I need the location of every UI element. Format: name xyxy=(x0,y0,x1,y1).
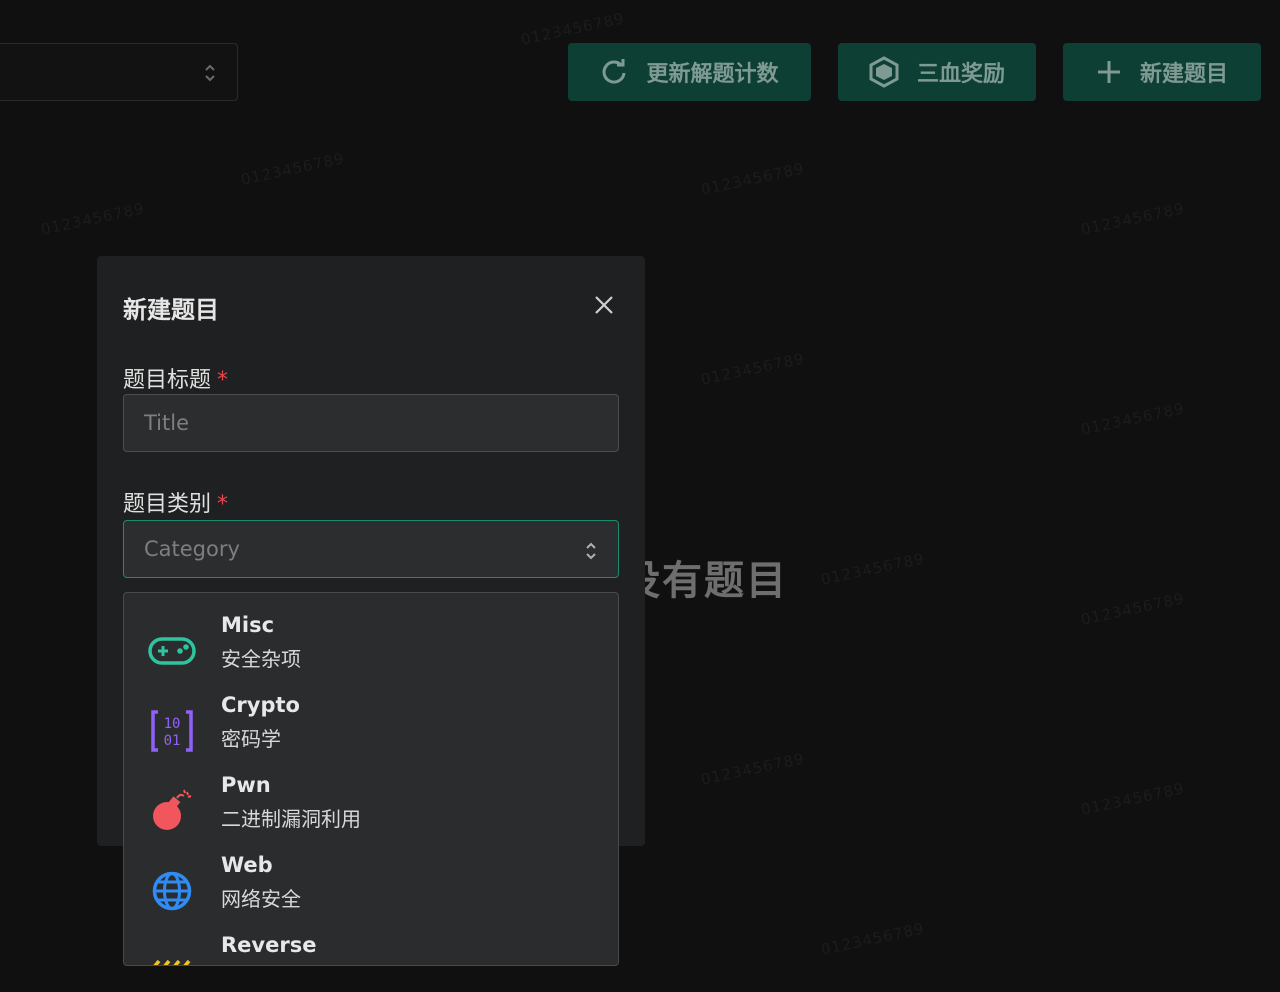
gamepad-icon xyxy=(146,625,198,677)
binary-icon: 10 01 xyxy=(146,705,198,757)
category-option-name: Crypto xyxy=(221,693,300,717)
category-option-desc: 密码学 xyxy=(221,727,281,751)
plus-icon xyxy=(1097,61,1120,83)
refresh-solve-count-label: 更新解题计数 xyxy=(646,62,779,87)
category-option-desc: 网络安全 xyxy=(221,887,301,911)
globe-icon xyxy=(146,865,198,917)
modal-title: 新建题目 xyxy=(123,296,219,324)
title-input[interactable] xyxy=(123,394,619,452)
title-field-label: 题目标题 * xyxy=(123,362,228,394)
filter-select[interactable] xyxy=(0,43,238,101)
category-option-name: Web xyxy=(221,853,273,877)
close-icon[interactable] xyxy=(592,293,616,317)
hexagon-icon xyxy=(869,56,899,88)
blood-reward-button[interactable]: 三血奖励 xyxy=(838,43,1036,101)
category-option-pwn[interactable]: Pwn 二进制漏洞利用 xyxy=(124,773,618,853)
new-challenge-label: 新建题目 xyxy=(1139,62,1228,87)
category-option-name: Pwn xyxy=(221,773,271,797)
category-option-name: Misc xyxy=(221,613,275,637)
category-option-web[interactable]: Web 网络安全 xyxy=(124,853,618,933)
category-option-desc: 二进制漏洞利用 xyxy=(221,807,361,831)
category-select[interactable]: Category xyxy=(123,520,619,578)
category-option-crypto[interactable]: 10 01 Crypto 密码学 xyxy=(124,693,618,773)
category-select-placeholder: Category xyxy=(144,537,240,561)
new-challenge-button[interactable]: 新建题目 xyxy=(1063,43,1261,101)
required-mark: * xyxy=(217,492,229,517)
category-dropdown: Misc 安全杂项 10 01 Crypto 密码学 Pwn 二进制漏洞利用 W… xyxy=(123,592,619,966)
refresh-icon xyxy=(603,59,626,84)
bomb-icon xyxy=(146,785,198,837)
refresh-solve-count-button[interactable]: 更新解题计数 xyxy=(568,43,811,101)
category-option-misc[interactable]: Misc 安全杂项 xyxy=(124,613,618,693)
svg-text:10: 10 xyxy=(164,716,181,732)
category-option-name: Reverse xyxy=(221,933,317,957)
svg-text:01: 01 xyxy=(164,733,181,749)
empty-state-text: 没有题目 xyxy=(620,558,788,604)
category-option-reverse[interactable]: Reverse xyxy=(124,933,618,965)
blood-reward-label: 三血奖励 xyxy=(916,62,1005,87)
required-mark: * xyxy=(217,368,229,393)
title-field-label-text: 题目标题 xyxy=(123,368,212,393)
stripes-icon xyxy=(146,933,198,965)
chevron-up-down-icon xyxy=(586,542,596,560)
category-option-desc: 安全杂项 xyxy=(221,647,301,671)
category-field-label-text: 题目类别 xyxy=(123,492,212,517)
chevron-up-down-icon xyxy=(205,64,215,82)
category-field-label: 题目类别 * xyxy=(123,486,228,518)
